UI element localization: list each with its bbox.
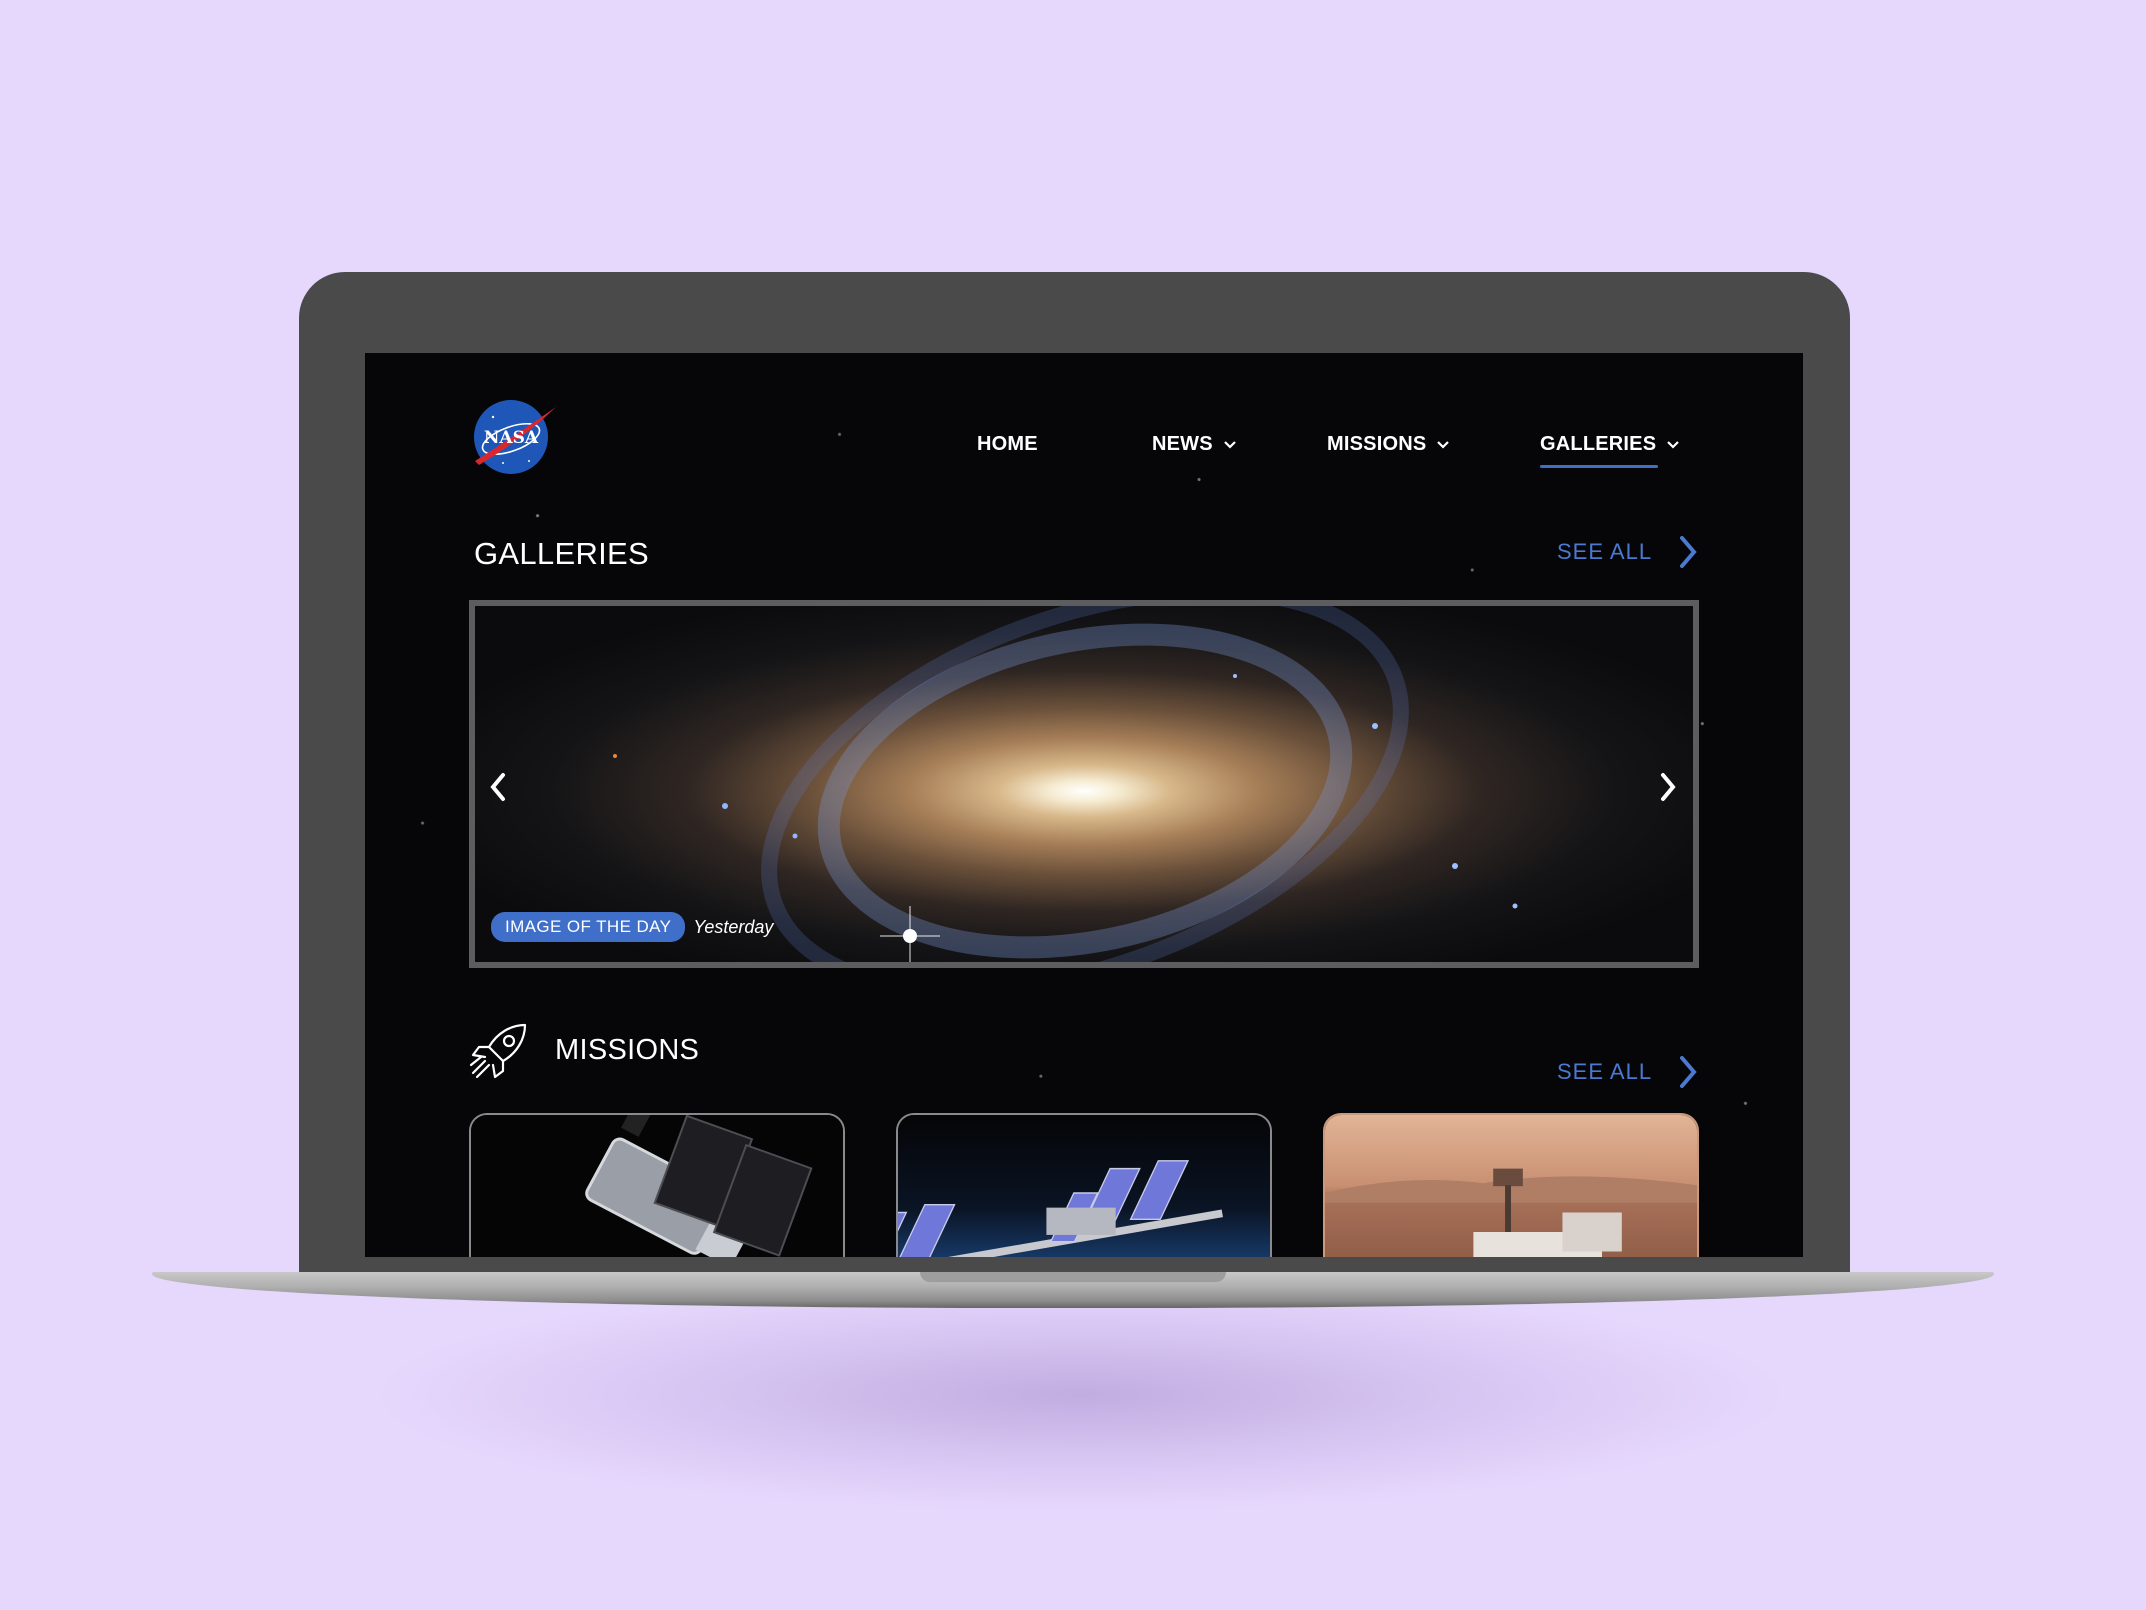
chevron-down-icon — [1437, 440, 1450, 449]
carousel-prev-button[interactable] — [487, 770, 509, 804]
nav-item-news[interactable]: NEWS — [1152, 433, 1237, 456]
rocket-icon — [469, 1023, 527, 1079]
laptop-screen: NASA HOME NEWS MISSIONS GALLERIES GALLER… — [365, 353, 1803, 1257]
nav-item-missions[interactable]: MISSIONS — [1327, 433, 1450, 456]
mission-card-mars-rover[interactable] — [1323, 1113, 1699, 1257]
missions-title: MISSIONS — [555, 1034, 700, 1066]
nav-item-galleries[interactable]: GALLERIES — [1540, 433, 1680, 468]
chevron-down-icon — [1224, 440, 1236, 449]
nav-item-label: HOME — [977, 433, 1038, 455]
galleries-see-all-link[interactable]: SEE ALL — [1557, 535, 1698, 569]
chevron-down-icon — [1667, 440, 1680, 449]
chevron-right-icon — [1680, 1056, 1697, 1088]
iss-image — [898, 1115, 1270, 1257]
active-nav-indicator — [1540, 465, 1659, 468]
gallery-carousel[interactable]: IMAGE OF THE DAY Yesterday — [469, 600, 1699, 968]
see-all-label: SEE ALL — [1557, 539, 1653, 564]
see-all-label: SEE ALL — [1557, 1059, 1653, 1084]
image-timestamp: Yesterday — [693, 916, 774, 937]
main-nav: HOME NEWS MISSIONS GALLERIES — [365, 433, 1803, 473]
hubble-image — [471, 1115, 843, 1257]
chevron-right-icon — [1680, 536, 1697, 568]
nav-item-label: GALLERIES — [1540, 433, 1657, 455]
image-caption: IMAGE OF THE DAY Yesterday — [491, 912, 773, 942]
laptop-shadow — [380, 1280, 1780, 1510]
carousel-next-button[interactable] — [1657, 770, 1679, 804]
nav-item-home[interactable]: HOME — [977, 433, 1038, 456]
nav-item-label: MISSIONS — [1327, 433, 1427, 455]
galleries-title: GALLERIES — [474, 536, 650, 571]
nav-item-label: NEWS — [1152, 433, 1213, 455]
mission-card-iss[interactable] — [896, 1113, 1272, 1257]
image-of-the-day-badge: IMAGE OF THE DAY — [491, 912, 686, 942]
mission-card-hubble[interactable] — [469, 1113, 845, 1257]
missions-see-all-link[interactable]: SEE ALL — [1557, 1055, 1698, 1089]
laptop-notch — [920, 1272, 1226, 1282]
galaxy-image — [613, 606, 1518, 962]
mars-rover-image — [1325, 1115, 1697, 1257]
